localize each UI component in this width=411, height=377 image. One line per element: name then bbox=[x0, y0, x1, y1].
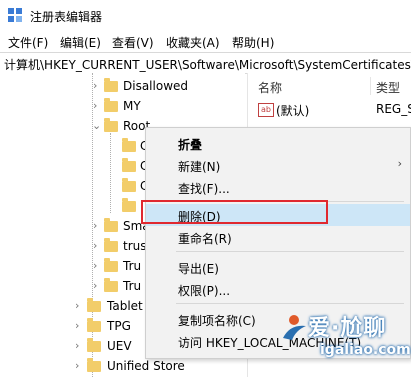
watermark-url: igaliao.com bbox=[320, 342, 411, 358]
registry-editor-icon bbox=[8, 8, 22, 22]
column-header-name[interactable]: 名称 bbox=[258, 79, 282, 96]
menu-separator bbox=[176, 251, 404, 252]
column-divider[interactable] bbox=[370, 77, 371, 95]
tree-item-label: Tru bbox=[123, 259, 142, 273]
menu-item-label: 复制项名称(C) bbox=[178, 314, 256, 328]
folder-icon bbox=[104, 98, 118, 112]
watermark: 爱·尬聊 igaliao.com bbox=[278, 306, 411, 372]
folder-icon bbox=[104, 78, 118, 92]
chevron-right-icon[interactable]: › bbox=[93, 99, 97, 112]
watermark-logo-icon bbox=[283, 315, 306, 340]
value-row[interactable]: ab (默认) REG_S bbox=[248, 99, 411, 119]
folder-icon bbox=[104, 238, 118, 252]
address-bar[interactable]: 计算机\HKEY_CURRENT_USER\Software\Microsoft… bbox=[0, 52, 411, 74]
value-name: (默认) bbox=[276, 104, 310, 118]
folder-icon bbox=[122, 178, 136, 192]
menu-item-collapse[interactable]: 折叠 bbox=[146, 132, 410, 154]
folder-icon bbox=[122, 198, 136, 212]
menu-item-label: 重命名(R) bbox=[178, 232, 232, 246]
chevron-right-icon[interactable]: › bbox=[75, 359, 79, 372]
folder-icon bbox=[87, 358, 101, 372]
tree-item-unified-store[interactable]: › Unified Store bbox=[0, 356, 245, 376]
tree-item-label: TPG bbox=[107, 319, 131, 333]
chevron-right-icon: › bbox=[397, 157, 402, 170]
chevron-right-icon[interactable]: › bbox=[93, 79, 97, 92]
folder-icon bbox=[87, 318, 101, 332]
value-type: REG_S bbox=[376, 102, 411, 116]
folder-open-icon bbox=[104, 118, 118, 132]
tree-item-disallowed[interactable]: › Disallowed bbox=[0, 76, 245, 96]
title-bar: 注册表编辑器 bbox=[0, 0, 411, 30]
chevron-right-icon[interactable]: › bbox=[93, 279, 97, 292]
folder-icon bbox=[104, 218, 118, 232]
menu-item-find[interactable]: 查找(F)... bbox=[146, 176, 410, 198]
folder-icon bbox=[87, 298, 101, 312]
chevron-down-icon[interactable]: ⌄ bbox=[92, 119, 101, 132]
menu-help[interactable]: 帮助(H) bbox=[232, 34, 274, 51]
highlight-annotation-box bbox=[141, 200, 328, 224]
folder-icon bbox=[104, 258, 118, 272]
menu-item-label: 新建(N) bbox=[178, 160, 221, 174]
chevron-right-icon[interactable]: › bbox=[93, 239, 97, 252]
chevron-right-icon[interactable]: › bbox=[93, 259, 97, 272]
menu-file[interactable]: 文件(F) bbox=[8, 34, 48, 51]
tree-item-label: MY bbox=[123, 99, 141, 113]
menu-item-new[interactable]: 新建(N) › bbox=[146, 154, 410, 176]
column-header-type[interactable]: 类型 bbox=[376, 79, 400, 96]
address-path[interactable]: 计算机\HKEY_CURRENT_USER\Software\Microsoft… bbox=[4, 56, 411, 73]
tree-item-label: Tablet bbox=[107, 299, 143, 313]
watermark-text: 爱·尬聊 bbox=[308, 316, 387, 341]
menu-item-label: 折叠 bbox=[178, 138, 203, 152]
menu-edit[interactable]: 编辑(E) bbox=[60, 34, 101, 51]
tree-item-label: UEV bbox=[107, 339, 132, 353]
folder-icon bbox=[87, 338, 101, 352]
folder-icon bbox=[122, 138, 136, 152]
menu-separator bbox=[176, 303, 404, 304]
menu-view[interactable]: 查看(V) bbox=[112, 34, 154, 51]
folder-icon bbox=[122, 158, 136, 172]
tree-item-label: Unified Store bbox=[107, 359, 185, 373]
menu-favorites[interactable]: 收藏夹(A) bbox=[166, 34, 220, 51]
chevron-right-icon[interactable]: › bbox=[75, 319, 79, 332]
menu-item-rename[interactable]: 重命名(R) bbox=[146, 226, 410, 248]
menu-item-label: 查找(F)... bbox=[178, 182, 230, 196]
chevron-right-icon[interactable]: › bbox=[75, 339, 79, 352]
menu-item-export[interactable]: 导出(E) bbox=[146, 256, 410, 278]
folder-icon bbox=[104, 278, 118, 292]
menu-item-permissions[interactable]: 权限(P)... bbox=[146, 278, 410, 300]
tree-item-label: Tru bbox=[123, 279, 142, 293]
chevron-right-icon[interactable]: › bbox=[93, 219, 97, 232]
menu-item-label: 权限(P)... bbox=[178, 284, 231, 298]
tree-item-label: Disallowed bbox=[123, 79, 189, 93]
menu-bar: 文件(F) 编辑(E) 查看(V) 收藏夹(A) 帮助(H) bbox=[0, 30, 411, 52]
window-title: 注册表编辑器 bbox=[30, 10, 103, 24]
tree-item-my[interactable]: › MY bbox=[0, 96, 245, 116]
menu-item-label: 导出(E) bbox=[178, 262, 219, 276]
tree-item-label: trus bbox=[123, 239, 147, 253]
chevron-right-icon[interactable]: › bbox=[75, 299, 79, 312]
ab-string-icon: ab bbox=[258, 103, 274, 117]
